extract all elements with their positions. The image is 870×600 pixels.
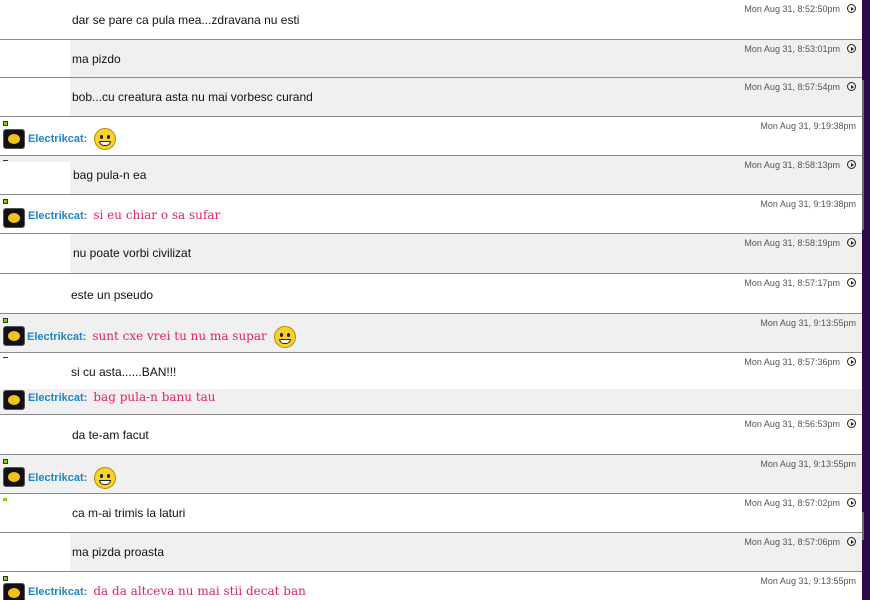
message-text: sunt cxe vrei tu nu ma supar (92, 328, 267, 343)
timestamp: Mon Aug 31, 8:57:17pm (744, 278, 840, 288)
chat-message-electrikcat: Electrikcat: sunt cxe vrei tu nu ma supa… (0, 314, 862, 353)
status-offline-icon (3, 357, 8, 358)
play-circle-icon[interactable] (847, 82, 856, 91)
message-text: da da altceva nu mai stii decat ban (93, 584, 306, 598)
timestamp: Mon Aug 31, 8:56:53pm (744, 419, 840, 429)
status-online-icon (3, 459, 8, 464)
grin-smiley-icon (273, 326, 296, 348)
chat-message: bag pula-n ea Mon Aug 31, 8:58:13pm (0, 156, 862, 195)
chat-message-electrikcat: Electrikcat: si eu chiar o sa sufar Mon … (0, 195, 862, 234)
message-text: este un pseudo (71, 288, 154, 302)
timestamp: Mon Aug 31, 8:53:01pm (744, 44, 840, 54)
username[interactable]: Electrikcat: (27, 331, 86, 343)
chat-message: ma pizdo Mon Aug 31, 8:53:01pm (0, 40, 862, 78)
timestamp: Mon Aug 31, 9:13:55pm (760, 459, 856, 469)
chat-message-electrikcat: Electrikcat: Mon Aug 31, 9:19:38pm (0, 117, 862, 156)
username[interactable]: Electrikcat: (28, 472, 87, 484)
status-online-icon (3, 576, 8, 581)
chat-message: si cu asta......BAN!!! Mon Aug 31, 8:57:… (0, 353, 862, 389)
chat-message: ca m-ai trimis la laturi Mon Aug 31, 8:5… (0, 494, 862, 533)
message-text: si eu chiar o sa sufar (93, 208, 221, 222)
timestamp: Mon Aug 31, 9:13:55pm (760, 576, 856, 586)
message-text: si cu asta......BAN!!! (71, 365, 177, 379)
message-text: bob...cu creatura asta nu mai vorbesc cu… (72, 90, 313, 104)
message-text: dar se pare ca pula mea...zdravana nu es… (72, 13, 300, 27)
timestamp: Mon Aug 31, 8:57:06pm (744, 537, 840, 547)
status-online-icon (3, 498, 7, 501)
timestamp: Mon Aug 31, 8:52:50pm (744, 4, 840, 14)
scrollbar-thumb[interactable] (862, 512, 864, 540)
status-online-icon (3, 199, 8, 204)
username[interactable]: Electrikcat: (28, 210, 87, 222)
play-circle-icon[interactable] (847, 357, 856, 366)
timestamp: Mon Aug 31, 8:57:36pm (744, 357, 840, 367)
chat-message: bob...cu creatura asta nu mai vorbesc cu… (0, 78, 862, 117)
status-online-icon (3, 318, 8, 323)
grin-smiley-icon (94, 128, 117, 150)
timestamp: Mon Aug 31, 8:58:19pm (744, 238, 840, 248)
play-circle-icon[interactable] (847, 4, 856, 13)
chat-message: ma pizda proasta Mon Aug 31, 8:57:06pm (0, 533, 862, 572)
timestamp: Mon Aug 31, 9:19:38pm (760, 199, 856, 209)
message-text: ma pizda proasta (72, 545, 165, 559)
scrollbar-track[interactable] (862, 80, 864, 230)
message-text: bag pula-n banu tau (93, 390, 216, 404)
timestamp: Mon Aug 31, 9:19:38pm (760, 121, 856, 131)
chat-message-electrikcat: Electrikcat: bag pula-n banu tau (0, 389, 862, 415)
message-text: bag pula-n ea (73, 168, 147, 182)
play-circle-icon[interactable] (847, 44, 856, 53)
cat-avatar-icon[interactable] (3, 583, 25, 600)
chat-message: nu poate vorbi civilizat Mon Aug 31, 8:5… (0, 234, 862, 274)
timestamp: Mon Aug 31, 8:58:13pm (744, 160, 840, 170)
status-online-icon (3, 121, 8, 126)
chat-message: este un pseudo Mon Aug 31, 8:57:17pm (0, 274, 862, 314)
cat-avatar-icon[interactable] (3, 326, 25, 346)
chat-message-electrikcat: Electrikcat: Mon Aug 31, 9:13:55pm (0, 455, 862, 494)
timestamp: Mon Aug 31, 8:57:54pm (744, 82, 840, 92)
chat-message: dar se pare ca pula mea...zdravana nu es… (0, 0, 862, 40)
message-text: ca m-ai trimis la laturi (72, 506, 186, 520)
message-text: da te-am facut (72, 428, 149, 442)
grin-smiley-icon (94, 467, 117, 489)
chat-message: da te-am facut Mon Aug 31, 8:56:53pm (0, 415, 862, 455)
cat-avatar-icon[interactable] (3, 208, 25, 228)
cat-avatar-icon[interactable] (3, 467, 25, 487)
status-offline-icon (3, 160, 8, 161)
timestamp: Mon Aug 31, 8:57:02pm (744, 498, 840, 508)
play-circle-icon[interactable] (847, 278, 856, 287)
timestamp: Mon Aug 31, 9:13:55pm (760, 318, 856, 328)
play-circle-icon[interactable] (847, 498, 856, 507)
play-circle-icon[interactable] (847, 419, 856, 428)
message-text: ma pizdo (72, 52, 121, 66)
play-circle-icon[interactable] (847, 537, 856, 546)
username[interactable]: Electrikcat: (28, 392, 87, 404)
cat-avatar-icon[interactable] (3, 390, 25, 410)
username[interactable]: Electrikcat: (28, 133, 87, 145)
message-text: nu poate vorbi civilizat (73, 246, 192, 260)
cat-avatar-icon[interactable] (3, 129, 25, 149)
chat-message-electrikcat: Electrikcat: da da altceva nu mai stii d… (0, 572, 862, 600)
username[interactable]: Electrikcat: (28, 586, 87, 598)
play-circle-icon[interactable] (847, 160, 856, 169)
play-circle-icon[interactable] (847, 238, 856, 247)
